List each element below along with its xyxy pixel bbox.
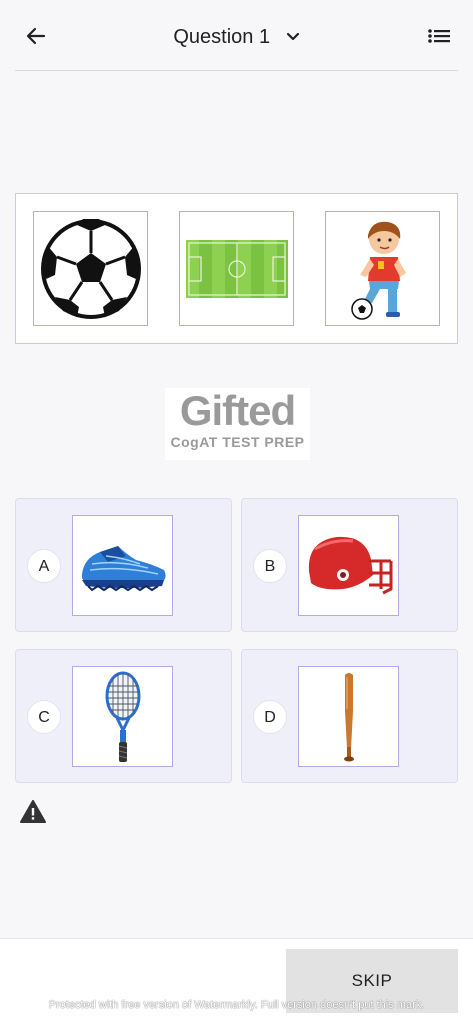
option-b[interactable]: B xyxy=(241,498,458,632)
football-helmet-icon xyxy=(308,536,392,594)
report-button[interactable] xyxy=(20,800,46,824)
question-selector[interactable]: Question 1 xyxy=(0,22,473,50)
chevron-down-icon xyxy=(286,32,299,40)
gifted-logo: Gifted CogAT TEST PREP xyxy=(165,388,310,460)
option-image-b xyxy=(298,515,399,616)
option-letter-a: A xyxy=(27,549,61,583)
soccer-field-icon xyxy=(185,239,288,298)
option-d[interactable]: D xyxy=(241,649,458,783)
option-letter-c: C xyxy=(27,700,61,734)
list-icon xyxy=(428,29,450,43)
question-list-button[interactable] xyxy=(425,22,453,50)
tennis-racket-icon xyxy=(105,671,140,762)
option-image-d xyxy=(298,666,399,767)
page-title: Question 1 xyxy=(173,25,271,48)
option-letter-d: D xyxy=(253,700,287,734)
baseball-bat-icon xyxy=(343,672,354,761)
bottom-bar: SKIP Protected with free version of Wate… xyxy=(0,938,473,1024)
option-c[interactable]: C xyxy=(15,649,232,783)
question-image-soccer-field xyxy=(179,211,294,326)
header-divider xyxy=(15,70,458,71)
option-image-a xyxy=(72,515,173,616)
warning-icon xyxy=(20,800,46,823)
top-bar: Question 1 xyxy=(0,0,473,70)
option-letter-b: B xyxy=(253,549,287,583)
question-image-soccer-ball xyxy=(33,211,148,326)
running-shoe-icon xyxy=(81,545,166,591)
watermark-text: Protected with free version of Watermark… xyxy=(48,999,425,1011)
option-image-c xyxy=(72,666,173,767)
logo-word: Gifted xyxy=(179,387,296,434)
question-frame xyxy=(15,193,458,344)
logo-subtitle: CogAT TEST PREP xyxy=(170,434,305,450)
option-a[interactable]: A xyxy=(15,498,232,632)
soccer-ball-icon xyxy=(40,218,141,319)
question-image-boy-with-ball xyxy=(325,211,440,326)
boy-with-soccer-ball-icon xyxy=(350,221,406,320)
